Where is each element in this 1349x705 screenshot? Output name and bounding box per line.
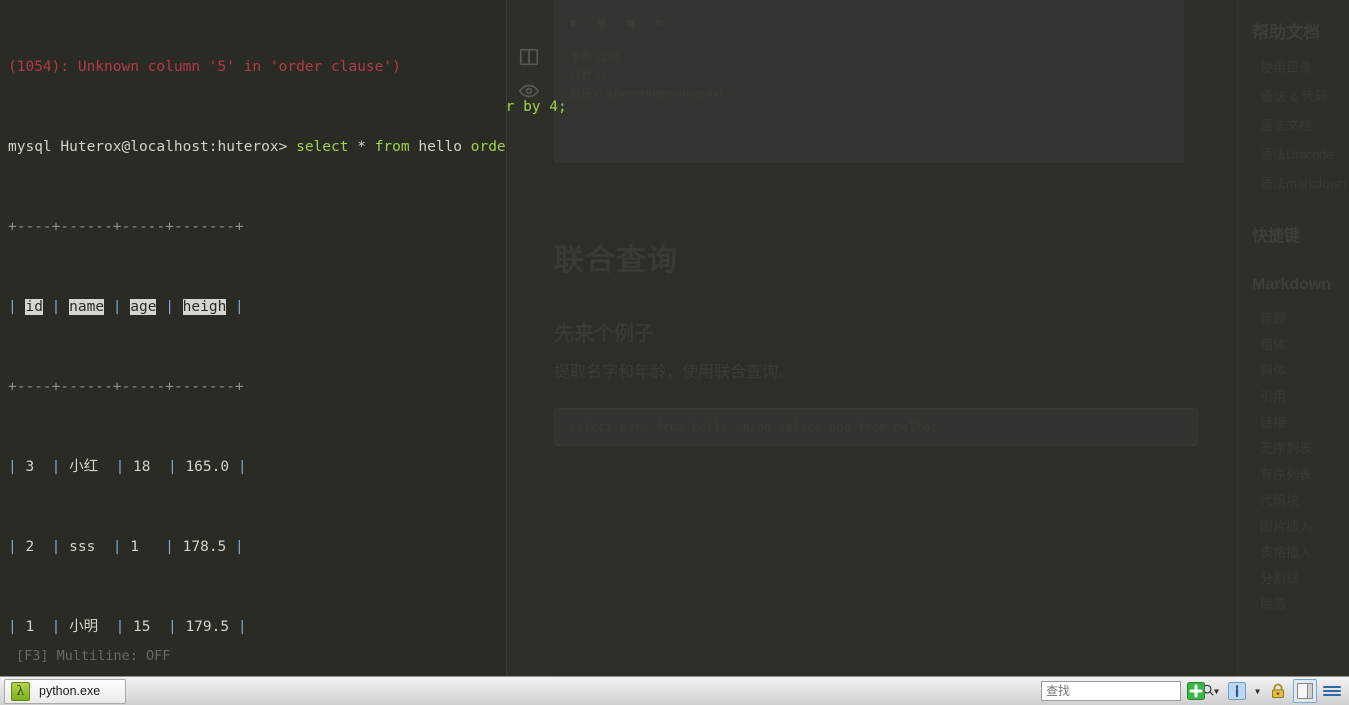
doc-heading-2: 先来个例子 — [554, 323, 654, 345]
help-sidebar-title: 帮助文档 — [1252, 23, 1320, 42]
toolbar-icon-1[interactable]: ▣ — [570, 16, 577, 29]
r2c3: 178.5 — [182, 539, 227, 555]
r3c0: 1 — [25, 619, 35, 635]
help-sidebar: 帮助文档 使用目录 语法 & 代码 语法文档 语法Unicode 语法markd… — [1237, 0, 1349, 676]
r2c2: 1 — [130, 539, 139, 555]
menu-icon[interactable] — [1321, 680, 1343, 702]
editor-meta-line-2: 行数 56 — [570, 70, 608, 82]
lambda-icon: λ — [11, 681, 30, 701]
markdown-item-10[interactable]: 分割线 — [1260, 570, 1349, 587]
query1-select: select — [296, 139, 349, 155]
terminal-error-line: (1054): Unknown column '5' in 'order cla… — [8, 59, 401, 75]
markdown-item-0[interactable]: 标题 — [1260, 310, 1349, 327]
panel-icon[interactable] — [1293, 679, 1317, 703]
editor-left-rail — [506, 0, 554, 676]
markdown-item-3[interactable]: 引用 — [1260, 388, 1349, 405]
info-icon[interactable] — [1226, 680, 1248, 702]
toolbar-icon-2[interactable]: ▤ — [599, 16, 606, 29]
system-tray: ▼ ▼ — [1041, 679, 1349, 703]
editor-metadata: 字数 1234 行数 56 路径 C:\Users\Huterox\note.m… — [570, 50, 722, 104]
query1-order: order — [470, 139, 506, 155]
editor-top-pane: ▣ ▤ ▦ ▧ 字数 1234 行数 56 路径 C:\Users\Hutero… — [554, 0, 1184, 163]
terminal-window[interactable]: (1054): Unknown column '5' in 'order cla… — [0, 0, 507, 676]
query1-table: hello — [418, 139, 462, 155]
result1-header-id: id — [25, 299, 43, 315]
result1-rule-mid: +----+------+-----+-------+ — [8, 379, 244, 395]
markdown-item-7[interactable]: 代码块 — [1260, 492, 1349, 509]
help-item-2[interactable]: 语法文档 — [1260, 117, 1349, 134]
r3c3: 179.5 — [185, 619, 230, 635]
columns-icon[interactable] — [518, 46, 540, 68]
taskbar-item-label: python.exe — [39, 684, 101, 698]
result1-header-heigh: heigh — [182, 299, 227, 315]
help-item-3[interactable]: 语法Unicode — [1260, 146, 1349, 163]
terminal-prompt-1: mysql Huterox@localhost:huterox> — [8, 139, 288, 155]
search-box[interactable] — [1041, 681, 1214, 701]
doc-paragraph: 提取名字和年龄，使用联合查询。 — [554, 364, 795, 381]
r2c0: 2 — [25, 539, 35, 555]
markdown-item-8[interactable]: 图片插入 — [1260, 518, 1349, 535]
help-item-1[interactable]: 语法 & 代码 — [1260, 88, 1349, 105]
doc-heading-1: 联合查询 — [554, 244, 678, 277]
markdown-item-5[interactable]: 无序列表 — [1260, 440, 1349, 457]
search-input[interactable] — [1046, 684, 1201, 698]
markdown-item-4[interactable]: 链接 — [1260, 414, 1349, 431]
r1c2: 18 — [133, 459, 151, 475]
markdown-document-body: 联合查询 先来个例子 提取名字和年龄，使用联合查询。 select name f… — [554, 180, 1214, 446]
markdown-item-6[interactable]: 有序列表 — [1260, 466, 1349, 483]
doc-code-block: select name from hello union select age … — [554, 408, 1198, 446]
markdown-item-2[interactable]: 斜体 — [1260, 362, 1349, 379]
toolbar-icon-4[interactable]: ▧ — [656, 16, 663, 29]
query1-star: * — [357, 139, 366, 155]
lock-icon[interactable] — [1267, 680, 1289, 702]
terminal-status-bar: [F3] Multiline: OFF — [16, 648, 171, 664]
r3c2: 15 — [133, 619, 151, 635]
r1c0: 3 — [25, 459, 35, 475]
query1-from: from — [374, 139, 410, 155]
r3c1: 小明 — [69, 619, 99, 635]
r1c1: 小红 — [69, 459, 99, 475]
terminal-scrollback[interactable]: (1054): Unknown column '5' in 'order cla… — [8, 0, 506, 676]
markdown-sidebar-title: Markdown — [1252, 276, 1332, 293]
add-dropdown-caret-icon[interactable]: ▼ — [1211, 680, 1222, 702]
r2c1: sss — [69, 539, 96, 555]
taskbar: λ python.exe ▼ ▼ — [0, 676, 1349, 705]
editor-meta-line-1: 字数 1234 — [570, 52, 620, 64]
markdown-item-1[interactable]: 粗体 — [1260, 336, 1349, 353]
markdown-item-9[interactable]: 表格插入 — [1260, 544, 1349, 561]
result1-header-name: name — [69, 299, 105, 315]
eye-preview-icon[interactable] — [518, 80, 540, 102]
editor-toolbar: ▣ ▤ ▦ ▧ — [554, 0, 1184, 44]
result1-rule-top: +----+------+-----+-------+ — [8, 219, 244, 235]
shortcuts-sidebar-title: 快捷键 — [1252, 228, 1301, 245]
markdown-item-11[interactable]: 段落 — [1260, 596, 1349, 613]
toolbar-icon-3[interactable]: ▦ — [627, 16, 634, 29]
help-item-0[interactable]: 使用目录 — [1260, 59, 1349, 76]
editor-meta-line-3: 路径 C:\Users\Huterox\note.md — [570, 88, 723, 100]
help-item-4[interactable]: 语法markdown — [1260, 175, 1349, 192]
add-icon[interactable] — [1185, 680, 1207, 702]
result1-header-age: age — [130, 299, 157, 315]
r1c3: 165.0 — [185, 459, 230, 475]
info-dropdown-caret-icon[interactable]: ▼ — [1252, 680, 1263, 702]
taskbar-item-python[interactable]: λ python.exe — [4, 678, 126, 704]
